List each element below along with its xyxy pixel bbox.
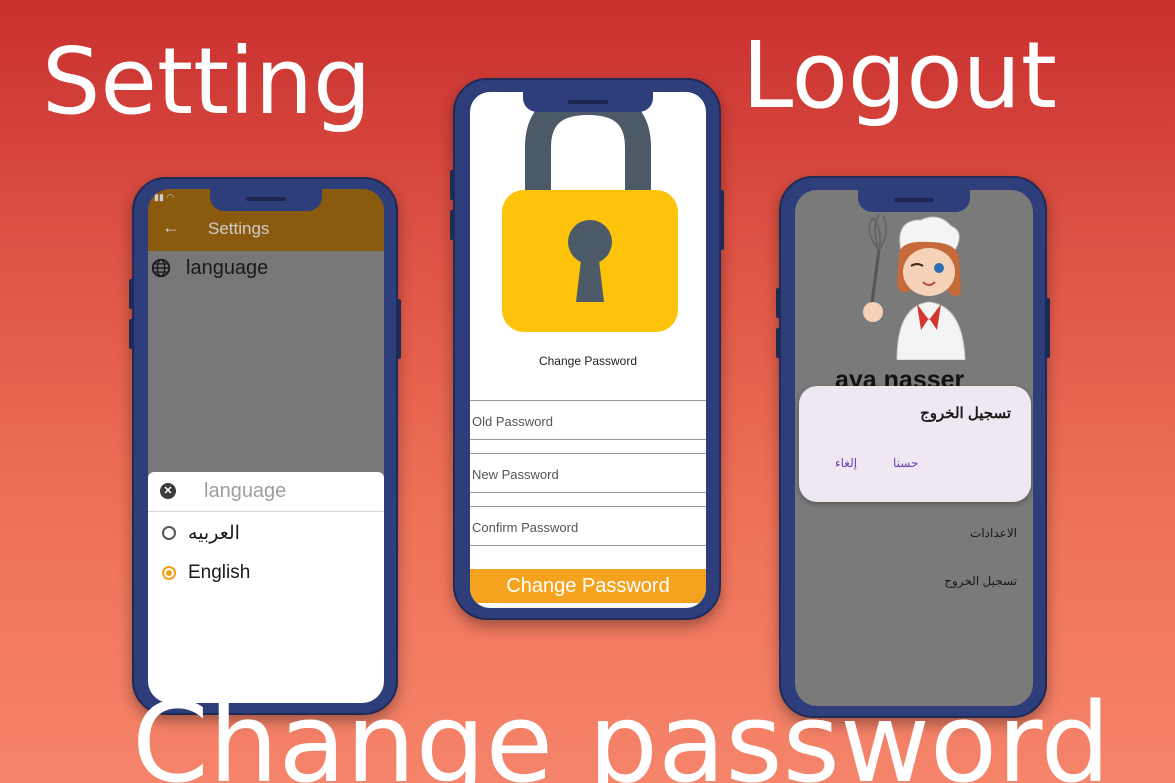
change-password-button[interactable]: Change Password [470, 569, 706, 603]
globe-icon [151, 258, 171, 278]
old-password-field[interactable]: Old Password [470, 400, 706, 440]
dialog-cancel-button[interactable]: إلغاء [835, 456, 857, 470]
power-button [1046, 298, 1050, 358]
language-bottom-sheet: ✕ language العربيه English [148, 472, 384, 703]
heading-logout: Logout [742, 22, 1057, 129]
close-icon[interactable]: ✕ [160, 483, 176, 499]
phone-notch [858, 190, 970, 212]
settings-screen: ▮▮ ◠ ← Settings language ✕ language العر… [148, 189, 384, 703]
new-password-field[interactable]: New Password [470, 453, 706, 493]
volume-button [129, 319, 133, 349]
phone-notch [523, 92, 653, 112]
volume-button [776, 328, 780, 358]
phone-settings: ▮▮ ◠ ← Settings language ✕ language العر… [129, 177, 401, 715]
phone-notch [210, 189, 322, 211]
language-option-english[interactable]: English [148, 558, 384, 588]
logout-screen: aya nasser تسجيل الخروج إلغاء حسنا الاعد… [795, 190, 1033, 706]
volume-button [450, 210, 454, 240]
drawer-item-logout[interactable]: تسجيل الخروج [944, 574, 1017, 588]
dialog-ok-button[interactable]: حسنا [893, 456, 918, 470]
radio-button[interactable] [162, 526, 176, 540]
volume-button [129, 279, 133, 309]
heading-change-password: Change password [132, 679, 1111, 783]
phone-change-password: Change Password Old Password New Passwor… [450, 78, 724, 620]
status-bar: ▮▮ ◠ [154, 192, 175, 202]
phone-logout: aya nasser تسجيل الخروج إلغاء حسنا الاعد… [776, 176, 1050, 718]
option-label: العربيه [188, 523, 240, 544]
power-button [397, 299, 401, 359]
sheet-search-input[interactable]: language [204, 480, 286, 503]
settings-item-language[interactable]: language [148, 255, 384, 285]
heading-setting: Setting [42, 28, 372, 135]
app-bar-title: Settings [208, 219, 270, 238]
change-password-screen: Change Password Old Password New Passwor… [470, 92, 706, 608]
field-placeholder: New Password [472, 467, 559, 482]
back-arrow-icon[interactable]: ← [162, 217, 180, 238]
change-password-title: Change Password [538, 354, 638, 368]
sheet-header: ✕ language [148, 472, 384, 512]
field-placeholder: Confirm Password [472, 520, 579, 535]
volume-button [776, 288, 780, 318]
confirm-password-field[interactable]: Confirm Password [470, 506, 706, 546]
dialog-title: تسجيل الخروج [920, 405, 1011, 422]
radio-button-selected[interactable] [162, 566, 176, 580]
padlock-icon [502, 92, 678, 332]
chef-avatar [863, 213, 966, 360]
power-button [720, 190, 724, 250]
language-option-arabic[interactable]: العربيه [148, 518, 384, 548]
logout-dialog: تسجيل الخروج إلغاء حسنا [799, 386, 1031, 502]
option-label: English [188, 562, 251, 583]
field-placeholder: Old Password [472, 414, 553, 429]
volume-button [450, 170, 454, 200]
drawer-item-settings[interactable]: الاعدادات [970, 526, 1017, 540]
settings-item-label: language [186, 257, 269, 279]
